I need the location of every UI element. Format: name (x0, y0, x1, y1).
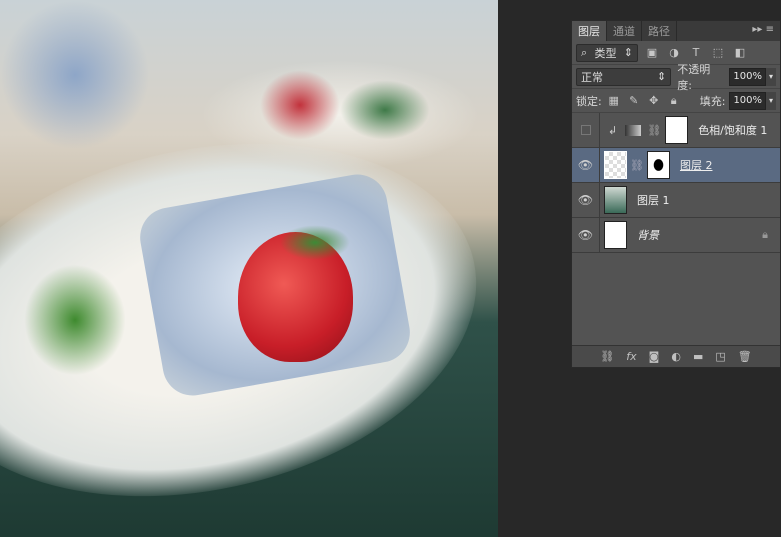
panel-menu-icon[interactable]: ▸▸ ≡ (752, 24, 774, 35)
blend-mode-select[interactable]: 正常 ⇕ (576, 67, 672, 86)
layer-name[interactable]: 色相/饱和度 1 (698, 122, 767, 138)
layer-mask-thumb[interactable] (646, 151, 670, 179)
folder-icon[interactable]: ▬ (693, 350, 703, 363)
layer-mask-thumb[interactable] (665, 116, 689, 144)
layer-name[interactable]: 图层 1 (637, 192, 670, 208)
search-icon: ⌕ (581, 45, 588, 59)
mask-icon[interactable]: ◙ (649, 350, 660, 363)
layers-panel: 图层 通道 路径 ▸▸ ≡ ⌕ 类型 ⇕ ▣ ◑ T ⬚ ◧ 正常 ⇕ 不透明度: 1… (571, 20, 781, 368)
eye-icon[interactable]: 👁︎ (572, 218, 600, 252)
adjustment-icon (625, 124, 642, 136)
fill-dropdown[interactable]: ▾ (766, 91, 777, 110)
adjustment-filter-icon[interactable]: ◑ (666, 46, 682, 59)
link-icon[interactable]: ⛓ (647, 124, 661, 137)
type-filter-icon[interactable]: T (688, 46, 704, 59)
lock-all-icon[interactable]: 🔒︎ (666, 94, 682, 108)
layer-name[interactable]: 图层 2 (680, 157, 713, 173)
fill-input[interactable]: 100% (729, 91, 767, 110)
tab-layers[interactable]: 图层 (572, 21, 607, 41)
opacity-label: 不透明度: (677, 62, 711, 92)
image-filter-icon[interactable]: ▣ (644, 46, 660, 59)
layer-thumb[interactable] (604, 151, 627, 179)
layer-name[interactable]: 背景 (637, 227, 659, 243)
tab-channels[interactable]: 通道 (607, 21, 642, 41)
clip-arrow-icon: ↲ (608, 123, 618, 137)
eye-icon[interactable]: 👁︎ (572, 148, 600, 182)
new-layer-icon[interactable]: ◳ (715, 350, 725, 363)
opacity-input[interactable]: 100% (729, 67, 766, 86)
lock-icon: 🔒︎ (762, 228, 768, 241)
filter-type-select[interactable]: ⌕ 类型 ⇕ (576, 43, 638, 62)
lock-position-icon[interactable]: ✥ (646, 94, 662, 107)
link-icon[interactable]: ⛓ (600, 350, 614, 363)
tab-paths[interactable]: 路径 (642, 21, 677, 41)
layer-hue-saturation[interactable]: ↲ ⛓ 色相/饱和度 1 (572, 113, 780, 148)
lock-transparent-icon[interactable]: ▦ (606, 94, 622, 107)
blurred-strawberry (260, 70, 340, 140)
mint-leaf (20, 260, 130, 380)
lock-label: 锁定: (576, 94, 602, 108)
layer-background[interactable]: 👁︎ 背景 🔒︎ (572, 218, 780, 253)
layer-thumb[interactable] (604, 186, 627, 214)
blurred-herb (340, 80, 430, 140)
shape-filter-icon[interactable]: ⬚ (710, 46, 726, 59)
fx-icon[interactable]: fx (626, 350, 636, 363)
visibility-toggle[interactable] (572, 113, 600, 147)
adjustment-icon[interactable]: ◐ (671, 350, 681, 363)
blurred-cup (0, 0, 150, 150)
layer-thumb[interactable] (604, 221, 627, 249)
trash-icon[interactable]: 🗑︎ (738, 350, 752, 363)
link-icon[interactable]: ⛓ (630, 159, 644, 172)
layer-2[interactable]: 👁︎ ⛓ 图层 2 (572, 148, 780, 183)
opacity-dropdown[interactable]: ▾ (766, 67, 776, 86)
lock-image-icon[interactable]: ✎ (626, 94, 642, 107)
image-canvas[interactable] (0, 0, 498, 537)
fill-label: 填充: (699, 94, 726, 108)
panel-tabs: 图层 通道 路径 ▸▸ ≡ (572, 21, 780, 41)
layer-1[interactable]: 👁︎ 图层 1 (572, 183, 780, 218)
filter-type-label: 类型 (594, 46, 617, 60)
panel-footer: ⛓ fx ◙ ◐ ▬ ◳ 🗑︎ (572, 345, 780, 367)
smart-object-filter-icon[interactable]: ◧ (732, 46, 748, 59)
blend-mode-value: 正常 (581, 70, 603, 84)
eye-icon[interactable]: 👁︎ (572, 183, 600, 217)
strawberry-leaves (280, 225, 350, 260)
